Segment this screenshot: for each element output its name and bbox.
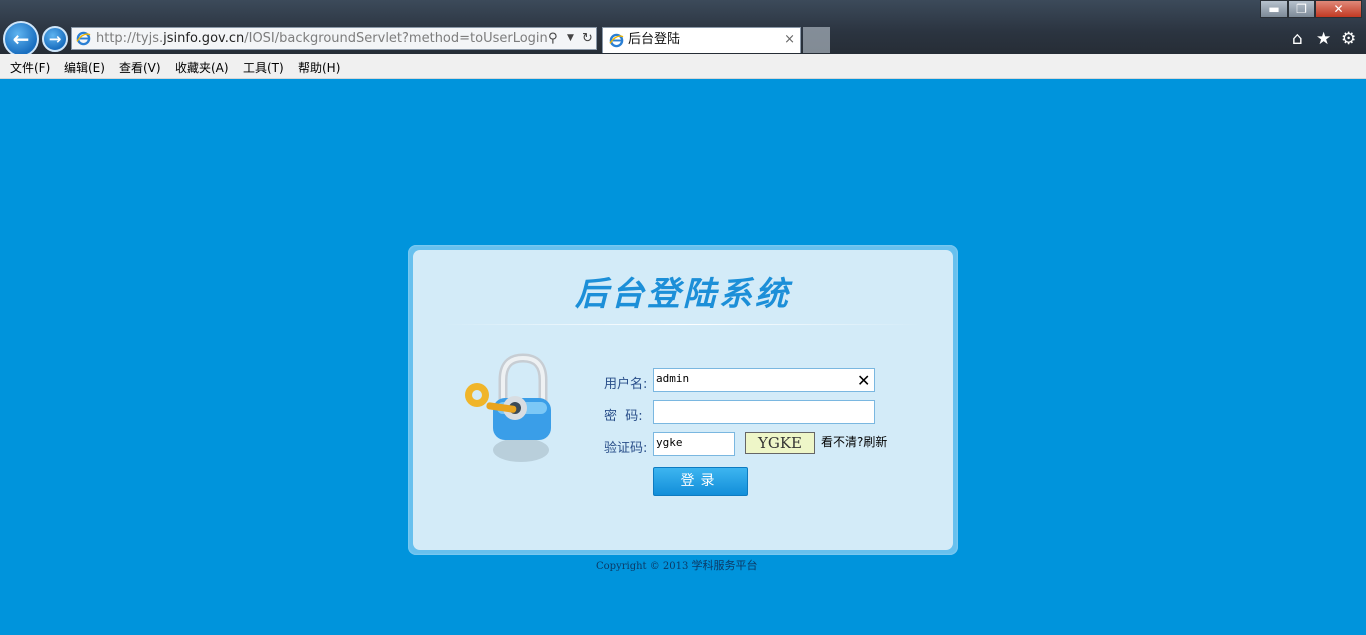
menu-favorites[interactable]: 收藏夹(A) bbox=[175, 59, 229, 76]
login-title: 后台登陆系统 bbox=[575, 274, 791, 313]
username-input[interactable]: admin bbox=[653, 368, 875, 392]
minimize-button[interactable]: ▬ bbox=[1260, 0, 1288, 18]
close-window-button[interactable]: ✕ bbox=[1315, 0, 1362, 18]
search-icon[interactable]: ⚲ bbox=[548, 28, 558, 49]
restore-button[interactable]: ❐ bbox=[1288, 0, 1315, 18]
captcha-input[interactable]: ygke bbox=[653, 432, 735, 456]
captcha-label: 验证码: bbox=[604, 441, 648, 456]
ie-logo-icon bbox=[76, 31, 91, 46]
close-tab-icon[interactable]: × bbox=[784, 28, 795, 52]
login-button[interactable]: 登录 bbox=[653, 467, 748, 496]
gear-icon[interactable]: ⚙ bbox=[1341, 29, 1356, 49]
url-path: /IOSI/backgroundServlet?method=toUserLog… bbox=[244, 31, 548, 46]
browser-chrome: ← → http://tyjs.jsinfo.gov.cn/IOSI/backg… bbox=[0, 0, 1366, 57]
arrow-right-icon: → bbox=[48, 29, 62, 48]
platform-name: 学科服务平台 bbox=[691, 559, 758, 572]
menu-help[interactable]: 帮助(H) bbox=[298, 59, 340, 76]
refresh-captcha-link[interactable]: 看不清?刷新 bbox=[821, 433, 887, 450]
ie-logo-icon bbox=[609, 33, 624, 48]
url-domain: jsinfo.gov.cn bbox=[163, 31, 245, 46]
refresh-icon[interactable]: ↻ bbox=[582, 28, 593, 49]
forward-button[interactable]: → bbox=[42, 26, 68, 52]
menu-bar: 文件(F) 编辑(E) 查看(V) 收藏夹(A) 工具(T) 帮助(H) bbox=[0, 54, 1366, 79]
menu-view[interactable]: 查看(V) bbox=[119, 59, 161, 76]
title-divider bbox=[443, 324, 923, 325]
username-label: 用户名: bbox=[604, 377, 648, 392]
copyright-text: Copyright © 2013 bbox=[596, 561, 692, 572]
clear-icon[interactable]: ✕ bbox=[857, 371, 870, 390]
tab-login[interactable]: 后台登陆 × bbox=[602, 27, 801, 53]
tab-title: 后台登陆 bbox=[628, 32, 681, 47]
password-label: 密 码: bbox=[604, 409, 643, 424]
favorites-star-icon[interactable]: ★ bbox=[1316, 29, 1331, 49]
back-button[interactable]: ← bbox=[3, 21, 39, 57]
menu-file[interactable]: 文件(F) bbox=[10, 59, 50, 76]
menu-edit[interactable]: 编辑(E) bbox=[64, 59, 105, 76]
password-input[interactable] bbox=[653, 400, 875, 424]
address-bar[interactable]: http://tyjs.jsinfo.gov.cn/IOSI/backgroun… bbox=[71, 27, 597, 50]
captcha-image[interactable]: YGKE bbox=[745, 432, 815, 454]
home-icon[interactable]: ⌂ bbox=[1292, 29, 1303, 49]
url-prefix: http://tyjs. bbox=[96, 31, 164, 46]
padlock-key-icon bbox=[465, 353, 551, 462]
new-tab-button[interactable] bbox=[803, 27, 830, 53]
arrow-left-icon: ← bbox=[12, 27, 30, 51]
copyright-footer: Copyright © 2013 学科服务平台 bbox=[596, 557, 758, 573]
menu-tools[interactable]: 工具(T) bbox=[243, 59, 284, 76]
chevron-down-icon[interactable]: ▼ bbox=[567, 28, 574, 49]
